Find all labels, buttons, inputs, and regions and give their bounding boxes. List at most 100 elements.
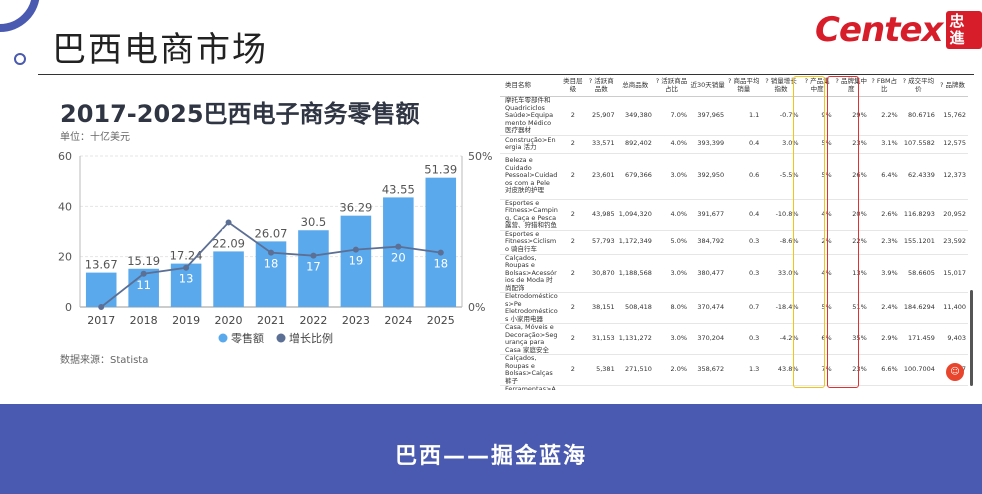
x-tick-label: 2020: [215, 314, 243, 327]
table-cell: 1,227,101: [616, 385, 654, 390]
growth-value-label: 28: [221, 226, 236, 240]
table-cell: 2.0%: [653, 354, 690, 386]
growth-value-label: 19: [349, 254, 364, 268]
table-cell: 3.0%: [653, 385, 690, 390]
table-cell: 397,965: [689, 96, 727, 136]
table-cell: 508,418: [616, 292, 654, 324]
table-cell: 0.3: [726, 323, 762, 355]
table-cell: 31,153: [585, 323, 617, 355]
category-name-cell: Calçados, Roupas e Bolsas>Acessórios de …: [500, 254, 560, 293]
table-header-cell[interactable]: ? 商品平均销量: [726, 74, 762, 97]
x-tick-label: 2017: [87, 314, 115, 327]
table-row[interactable]: Calçados, Roupas e Bolsas>Calças 裤子 2 5,38…: [500, 354, 968, 386]
table-cell: 155.1201: [899, 230, 937, 255]
growth-value-label: 17: [306, 260, 321, 274]
bar-value-label: 36.29: [339, 201, 372, 215]
x-tick-label: 2023: [342, 314, 370, 327]
table-cell: 6.4%: [868, 153, 900, 200]
table-cell: 12,575: [936, 135, 968, 154]
table-cell: 349,380: [616, 96, 654, 136]
growth-point: [183, 264, 190, 271]
table-row[interactable]: Ferramentas>Acessórios para Ferramentas …: [500, 385, 968, 390]
table-cell: 1,172,349: [616, 230, 654, 255]
table-cell: 2: [559, 354, 586, 386]
bar-value-label: 26.07: [255, 226, 288, 240]
table-row[interactable]: Construção>Energia 活力 2 33,571 892,402 4.0% 3…: [500, 135, 968, 154]
table-cell: 3.0%: [653, 153, 690, 200]
table-row[interactable]: Esportes e Fitness>Ciclismo 骑自行车 2 57,793 1…: [500, 230, 968, 255]
table-cell: 5,381: [585, 354, 617, 386]
table-row[interactable]: Beleza e Cuidado Pessoal>Cuidados com a …: [500, 153, 968, 200]
chat-icon[interactable]: ☺: [946, 363, 964, 381]
table-cell: 7.0%: [653, 96, 690, 136]
y2-tick-label: 50%: [468, 150, 492, 163]
table-header-cell[interactable]: ? 成交平均价: [899, 74, 937, 97]
growth-point: [395, 243, 402, 250]
table-header-cell[interactable]: 类目名称: [500, 74, 560, 97]
table-header-cell[interactable]: ? FBM占比: [868, 74, 900, 97]
table-cell: 2.2%: [868, 96, 900, 136]
table-cell: 25,907: [585, 96, 617, 136]
table-cell: 2: [559, 96, 586, 136]
table-header-cell[interactable]: 近30天销量: [689, 74, 727, 97]
table-cell: 380,477: [689, 254, 727, 293]
growth-point: [352, 246, 359, 253]
table-row[interactable]: Casa, Móveis e Decoração>Segurança para …: [500, 323, 968, 355]
table-cell: 116.8293: [899, 199, 937, 231]
table-cell: 2.3%: [868, 230, 900, 255]
table-cell: 2.6%: [868, 199, 900, 231]
legend-label-sales: 零售额: [231, 331, 264, 345]
table-cell: 271,510: [616, 354, 654, 386]
x-tick-label: 2019: [172, 314, 200, 327]
bar-value-label: 15.19: [127, 254, 160, 268]
table-cell: 23,601: [585, 153, 617, 200]
table-cell: 8.0%: [653, 292, 690, 324]
table-cell: 0.7: [726, 292, 762, 324]
table-cell: 11,400: [936, 292, 968, 324]
table-cell: 3.0%: [653, 323, 690, 355]
table-cell: 337,774: [689, 385, 727, 390]
table-cell: 391,677: [689, 199, 727, 231]
table-cell: 100.7004: [899, 354, 937, 386]
table-cell: 2: [559, 230, 586, 255]
table-row[interactable]: 摩托车零部件和Quadriciclos Saúde>Equipamento Mé…: [500, 96, 968, 136]
table-cell: 1,188,568: [616, 254, 654, 293]
table-header-cell[interactable]: ? 活跃商品占比: [653, 74, 690, 97]
table-cell: 58.6605: [899, 254, 937, 293]
table-cell: 0.4: [726, 199, 762, 231]
table-cell: 2: [559, 323, 586, 355]
table-row[interactable]: Eletrodomésticos>Pe Eletrodomésticos 小家用…: [500, 292, 968, 324]
table-scrollbar[interactable]: [970, 290, 973, 386]
table-cell: 5.1%: [868, 385, 900, 390]
y2-tick-label: 0%: [468, 301, 485, 314]
table-cell: 2: [559, 254, 586, 293]
table-cell: 12,373: [936, 153, 968, 200]
table-header-cell[interactable]: ? 品牌数: [936, 74, 968, 97]
legend-marker-growth: [276, 333, 286, 343]
y-tick-label: 20: [58, 251, 72, 264]
table-cell: 0.4: [726, 135, 762, 154]
table-row[interactable]: Esportes e Fitness>Camping, Caça e Pesca…: [500, 199, 968, 231]
product-concentration-highlight: [793, 76, 825, 388]
growth-value-label: 18: [264, 257, 279, 271]
bar-value-label: 30.5: [301, 215, 327, 229]
table-cell: 3.1%: [868, 135, 900, 154]
table-row[interactable]: Calçados, Roupas e Bolsas>Acessórios de …: [500, 254, 968, 293]
table-header-cell[interactable]: 总商品数: [616, 74, 654, 97]
category-name-cell: Construção>Energia 活力: [500, 135, 560, 154]
growth-point: [140, 270, 147, 277]
x-tick-label: 2025: [427, 314, 455, 327]
table-cell: 1.3: [726, 354, 762, 386]
table-cell: 36,517: [585, 385, 617, 390]
legend-label-growth: 增长比例: [289, 331, 333, 345]
table-cell: 23,592: [936, 230, 968, 255]
table-cell: 892,402: [616, 135, 654, 154]
table-cell: 80.6716: [899, 96, 937, 136]
bar-value-label: 13.67: [85, 258, 118, 272]
bar: [85, 272, 117, 307]
category-name-cell: Eletrodomésticos>Pe Eletrodomésticos 小家用…: [500, 292, 560, 324]
table-cell: 384,792: [689, 230, 727, 255]
table-cell: 33,571: [585, 135, 617, 154]
table-header-cell[interactable]: ? 活跃商品数: [585, 74, 617, 97]
table-header-cell[interactable]: 类目层级: [559, 74, 586, 97]
